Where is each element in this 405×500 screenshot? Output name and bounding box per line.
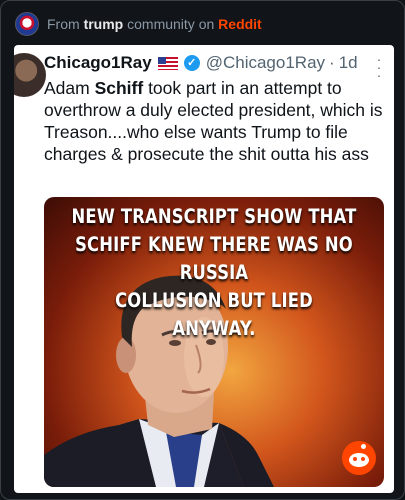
caption-line: COLLUSION BUT LIED ANYWAY. <box>115 289 313 340</box>
source-middle: community on <box>127 16 215 32</box>
source-prefix: From <box>47 16 80 32</box>
author-name[interactable]: Chicago1Ray <box>44 53 152 73</box>
author-handle[interactable]: @Chicago1Ray <box>206 53 325 73</box>
community-icon <box>15 12 39 36</box>
separator: · <box>329 53 335 72</box>
post-image[interactable]: NEW TRANSCRIPT SHOW THAT SCHIFF KNEW THE… <box>44 197 384 487</box>
caption-line: NEW TRANSCRIPT SHOW THAT <box>71 205 357 228</box>
caption-line: SCHIFF KNEW THERE WAS NO RUSSIA <box>75 233 353 284</box>
reddit-embed-frame: From trump community on Reddit Chicago1R… <box>0 0 405 500</box>
post-text-part: Adam <box>44 78 95 98</box>
post-text-bold: Schiff <box>94 78 144 98</box>
source-bar[interactable]: From trump community on Reddit <box>15 11 262 37</box>
platform-name[interactable]: Reddit <box>218 16 262 32</box>
post-text: Adam Schiff took part in an attempt to o… <box>44 77 384 165</box>
image-caption: NEW TRANSCRIPT SHOW THAT SCHIFF KNEW THE… <box>71 203 357 343</box>
verified-badge-icon: ✓ <box>183 55 200 71</box>
us-flag-icon <box>157 56 178 70</box>
post-header: Chicago1Ray ✓ @Chicago1Ray · 1d <box>44 53 358 73</box>
community-name[interactable]: trump <box>84 16 124 32</box>
post-time[interactable]: 1d <box>339 53 358 73</box>
post-card[interactable]: Chicago1Ray ✓ @Chicago1Ray · 1d · · · Adam… <box>14 45 394 493</box>
more-options-icon[interactable]: · · · <box>374 52 384 82</box>
avatar[interactable] <box>14 53 46 97</box>
source-text: From trump community on Reddit <box>47 16 262 32</box>
reddit-snoo-icon <box>342 441 376 475</box>
